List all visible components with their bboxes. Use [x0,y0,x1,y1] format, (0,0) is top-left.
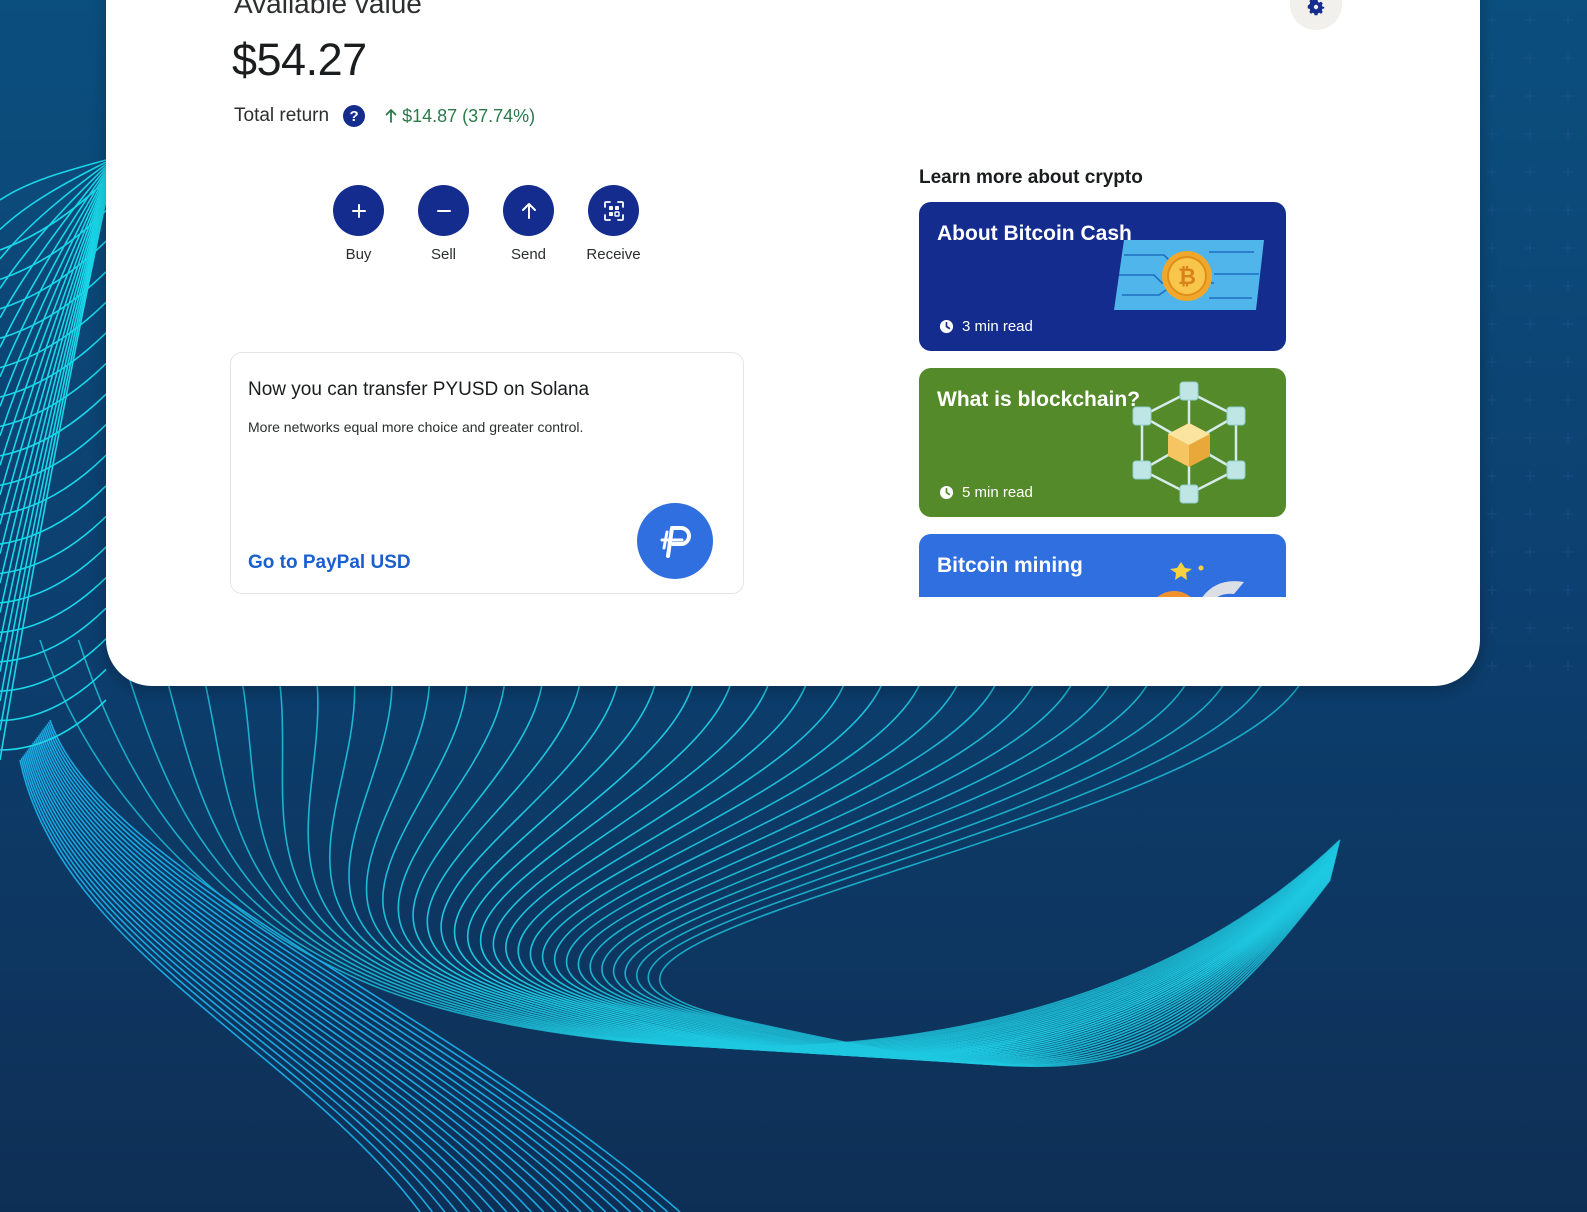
article-read-time: 5 min read [939,484,1033,501]
clock-icon [939,485,954,500]
available-value-label: Available value [234,0,422,19]
qr-code-icon [603,200,624,221]
article-read-time: 3 min read [939,318,1033,335]
buy-button[interactable]: Buy [316,185,401,263]
total-return-value: $14.87 (37.74%) [385,106,535,127]
arrow-up-icon [385,108,397,123]
minus-icon [436,209,451,212]
send-circle[interactable] [503,185,554,236]
receive-circle[interactable] [588,185,639,236]
article-title: What is blockchain? [937,388,1141,411]
send-label: Send [510,246,547,263]
pyusd-p-icon [660,526,691,558]
article-card-blockchain[interactable]: What is blockchain? 5 min read [919,368,1286,517]
gear-icon [1307,0,1325,16]
read-time-label: 3 min read [962,318,1033,335]
total-return-row: Total return ? $14.87 (37.74%) [234,105,535,127]
promo-title: Now you can transfer PYUSD on Solana [248,379,590,400]
sell-circle[interactable] [418,185,469,236]
paypal-usd-logo [637,503,713,579]
send-button[interactable]: Send [486,185,571,263]
receive-button[interactable]: Receive [571,185,656,263]
learn-more-heading: Learn more about crypto [919,167,1143,188]
learn-articles-list: About Bitcoin Cash ₿ 3 min read What is … [919,202,1286,597]
total-return-label: Total return [234,105,330,126]
total-return-amount: $14.87 (37.74%) [402,105,536,126]
promo-description: More networks equal more choice and grea… [248,419,584,435]
svg-text:₿: ₿ [1178,265,1196,290]
action-buttons: Buy Sell Send Receive [316,185,656,263]
crypto-wallet-card: Available value $54.27 Total return ? $1… [106,0,1480,686]
buy-label: Buy [345,246,372,263]
arrow-up-icon [521,202,536,219]
article-card-bitcoin-mining[interactable]: Bitcoin mining [919,534,1286,597]
settings-button[interactable] [1290,0,1342,30]
bitcoin-circuit-illustration: ₿ [1114,240,1264,310]
buy-circle[interactable] [333,185,384,236]
receive-label: Receive [586,246,641,263]
balance-amount: $54.27 [232,34,367,85]
plus-icon [351,203,366,218]
go-to-paypal-usd-link[interactable]: Go to PayPal USD [248,552,411,574]
article-card-bitcoin-cash[interactable]: About Bitcoin Cash ₿ 3 min read [919,202,1286,351]
clock-icon [939,319,954,334]
article-title: Bitcoin mining [937,554,1083,577]
article-title: About Bitcoin Cash [937,222,1132,245]
pyusd-promo-card: Now you can transfer PYUSD on Solana Mor… [230,352,744,594]
sell-label: Sell [430,246,456,263]
bitcoin-mining-illustration [1157,562,1244,597]
help-icon[interactable]: ? [343,105,366,127]
read-time-label: 5 min read [962,484,1033,501]
sell-button[interactable]: Sell [401,185,486,263]
blockchain-network-illustration [1132,381,1246,504]
